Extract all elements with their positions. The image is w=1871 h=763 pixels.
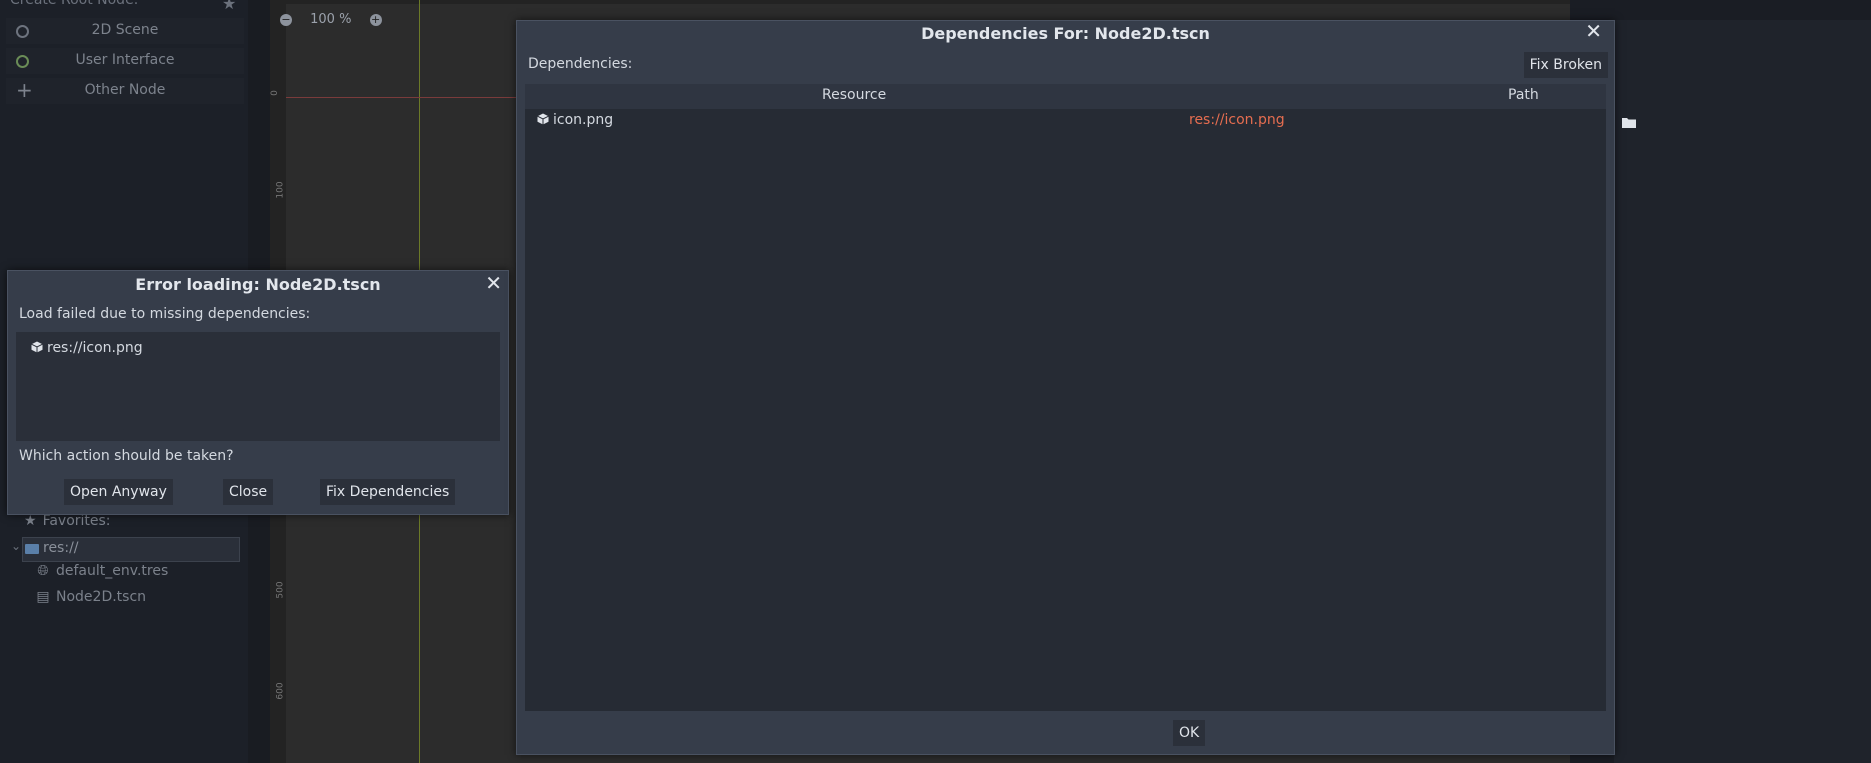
- favorite-star-icon[interactable]: ★: [222, 0, 236, 13]
- error-loading-dialog: Error loading: Node2D.tscn ✕ Load failed…: [7, 270, 509, 515]
- dialog-title: Dependencies For: Node2D.tscn: [921, 24, 1210, 43]
- horizontal-ruler: [270, 0, 1570, 4]
- root-other-node-button[interactable]: + Other Node: [6, 78, 244, 104]
- zoom-in-icon[interactable]: +: [369, 13, 382, 26]
- root-2d-scene-button[interactable]: 2D Scene: [6, 18, 244, 44]
- missing-dependencies-list: res://icon.png: [16, 332, 500, 441]
- resource-icon: [537, 113, 549, 125]
- star-icon: ★: [24, 513, 37, 529]
- folder-icon[interactable]: [1622, 116, 1636, 132]
- dialog-title: Error loading: Node2D.tscn: [135, 275, 381, 294]
- error-message: Load failed due to missing dependencies:: [19, 306, 311, 322]
- list-item[interactable]: res://icon.png: [31, 340, 143, 356]
- folder-icon: [25, 544, 39, 554]
- ruler-label: 100: [275, 181, 286, 199]
- close-button[interactable]: Close: [223, 479, 274, 505]
- table-header: Resource Path: [525, 84, 1606, 109]
- create-root-node-label: Create Root Node:: [10, 0, 139, 8]
- zoom-controls: − 100 % +: [280, 12, 382, 27]
- resource-icon: [31, 341, 43, 353]
- root-user-interface-button[interactable]: User Interface: [6, 48, 244, 74]
- fix-broken-button[interactable]: Fix Broken: [1523, 52, 1608, 78]
- globe-icon: 🌐︎: [37, 563, 49, 579]
- action-question: Which action should be taken?: [19, 448, 234, 464]
- file-default-env[interactable]: 🌐︎ default_env.tres: [36, 563, 168, 579]
- table-row[interactable]: icon.png res://icon.png: [525, 109, 1636, 134]
- zoom-level[interactable]: 100 %: [310, 12, 351, 27]
- ruler-label: 600: [275, 682, 286, 700]
- close-icon[interactable]: ✕: [485, 271, 502, 295]
- open-anyway-button[interactable]: Open Anyway: [64, 479, 173, 505]
- ok-button[interactable]: OK: [1173, 720, 1206, 746]
- close-icon[interactable]: ✕: [1585, 19, 1602, 43]
- column-header-resource[interactable]: Resource: [822, 87, 886, 103]
- dependencies-label: Dependencies:: [528, 56, 633, 72]
- dependencies-table: Resource Path icon.png res://icon.png: [525, 84, 1636, 711]
- favorites-item[interactable]: ★ Favorites:: [24, 513, 111, 529]
- right-panel: [1614, 20, 1871, 763]
- path-cell: res://icon.png: [1189, 112, 1285, 128]
- res-root-folder[interactable]: ⌄ res://: [11, 537, 240, 562]
- clapper-icon: ▤: [36, 589, 50, 605]
- ruler-label: 0: [269, 90, 280, 96]
- fix-dependencies-button[interactable]: Fix Dependencies: [320, 479, 456, 505]
- zoom-out-icon[interactable]: −: [280, 13, 292, 26]
- dependencies-dialog: Dependencies For: Node2D.tscn ✕ Dependen…: [516, 19, 1636, 755]
- resource-cell: icon.png: [537, 112, 613, 128]
- column-header-path[interactable]: Path: [1508, 87, 1539, 103]
- file-node2d-scene[interactable]: ▤ Node2D.tscn: [36, 589, 146, 605]
- ruler-label: 500: [275, 581, 286, 599]
- chevron-down-icon[interactable]: ⌄: [11, 539, 21, 553]
